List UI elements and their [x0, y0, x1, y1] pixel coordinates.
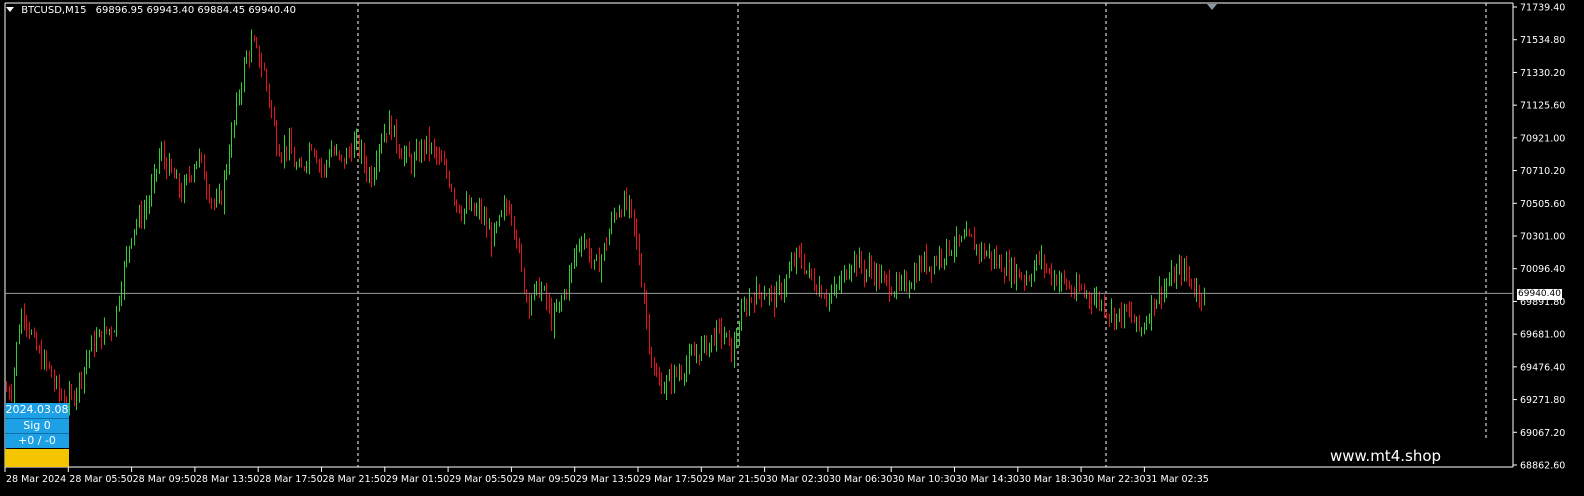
price-tick-label: 69067.20 [1520, 428, 1565, 439]
ohlc-values: 69896.95 69943.40 69884.45 69940.40 [95, 5, 297, 16]
time-tick-label: 29 Mar 01:50 [386, 474, 449, 485]
price-tick-label: 70096.40 [1520, 264, 1565, 275]
panel-score: +0 / -0 [5, 433, 69, 448]
time-tick-label: 28 Mar 2024 [6, 474, 66, 485]
price-tick-label: 69271.80 [1520, 395, 1565, 406]
price-tick-label: 71330.20 [1520, 68, 1565, 79]
time-tick-label: 28 Mar 13:50 [196, 474, 259, 485]
time-tick-label: 29 Mar 21:50 [702, 474, 765, 485]
price-tick-label: 70301.00 [1520, 232, 1565, 243]
time-tick-label: 29 Mar 05:50 [449, 474, 512, 485]
price-tick-label: 70921.00 [1520, 133, 1565, 144]
time-tick-label: 30 Mar 06:30 [829, 474, 892, 485]
panel-date: 2024.03.08 [5, 403, 69, 418]
time-tick-label: 29 Mar 17:50 [639, 474, 702, 485]
time-tick-label: 28 Mar 21:50 [323, 474, 386, 485]
time-tick-label: 29 Mar 13:50 [576, 474, 639, 485]
price-tick-label: 71534.80 [1520, 35, 1565, 46]
current-price-badge: 69940.40 [1517, 289, 1562, 300]
dropdown-triangle-icon[interactable] [6, 7, 14, 12]
watermark-text: www.mt4.shop [1330, 447, 1442, 465]
price-tick-label: 70710.20 [1520, 166, 1565, 177]
chart-shift-icon[interactable] [1207, 4, 1217, 10]
time-tick-label: 28 Mar 09:50 [133, 474, 196, 485]
price-tick-label: 70505.60 [1520, 199, 1565, 210]
time-tick-label: 30 Mar 22:30 [1082, 474, 1145, 485]
time-tick-label: 28 Mar 05:50 [69, 474, 132, 485]
time-tick-label: 30 Mar 14:30 [956, 474, 1019, 485]
panel-signal: Sig 0 [5, 418, 69, 433]
time-tick-label: 30 Mar 18:30 [1019, 474, 1082, 485]
price-tick-label: 71125.60 [1520, 101, 1565, 112]
time-tick-label: 30 Mar 10:30 [892, 474, 955, 485]
price-tick-label: 71739.40 [1520, 3, 1565, 14]
time-tick-label: 29 Mar 09:50 [512, 474, 575, 485]
price-chart[interactable]: 71739.40 71534.80 71330.20 71125.60 70921.00… [0, 0, 1584, 496]
time-tick-label: 30 Mar 02:30 [766, 474, 829, 485]
symbol-timeframe: BTCUSD,M15 [21, 5, 87, 16]
price-tick-label: 68862.60 [1520, 461, 1565, 472]
chart-header: BTCUSD,M15 69896.95 69943.40 69884.45 69… [6, 5, 296, 16]
panel-status-bar [5, 449, 69, 467]
price-tick-label: 69681.00 [1520, 330, 1565, 341]
price-tick-label: 69476.40 [1520, 362, 1565, 373]
time-tick-label: 28 Mar 17:50 [259, 474, 322, 485]
time-tick-label: 31 Mar 02:35 [1145, 474, 1208, 485]
